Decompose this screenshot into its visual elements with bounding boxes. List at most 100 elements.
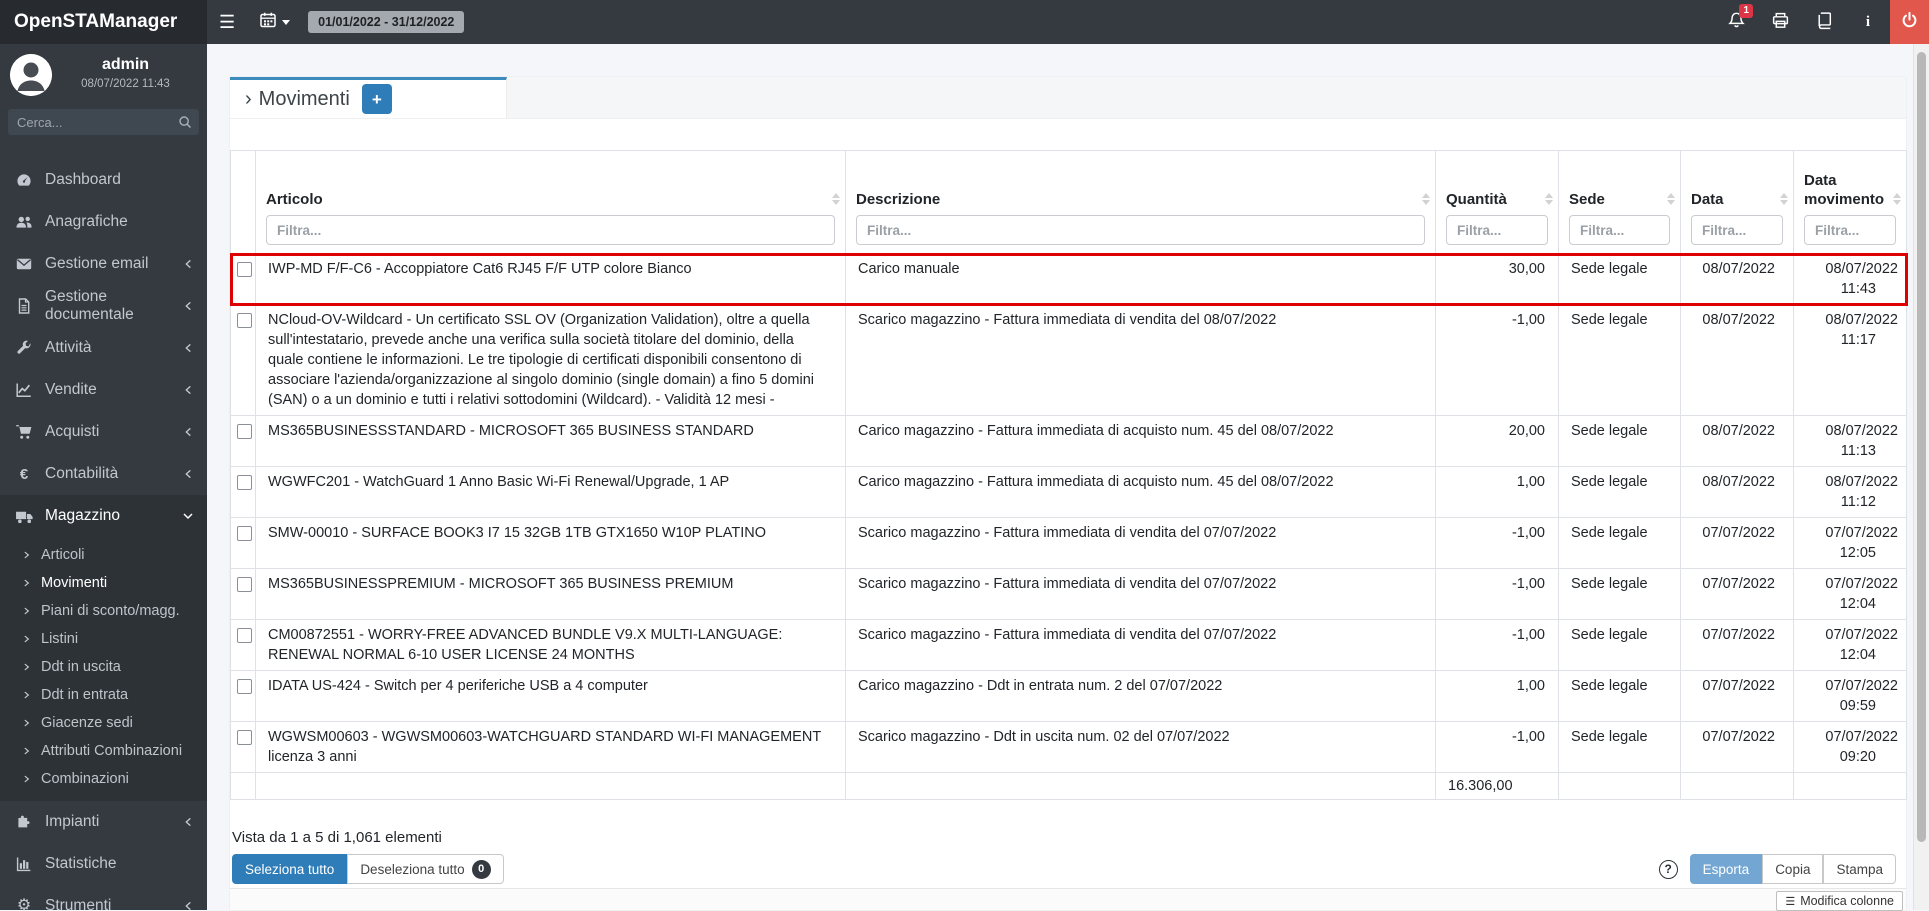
sidebar-item-listini[interactable]: Listini xyxy=(0,625,207,653)
tab-movimenti[interactable]: › Movimenti + xyxy=(230,77,507,118)
date-range-badge[interactable]: 01/01/2022 - 31/12/2022 xyxy=(308,11,464,33)
deselect-all-button[interactable]: Deseleziona tutto 0 xyxy=(347,854,503,884)
cell-ora: 11:13 xyxy=(1806,441,1898,461)
table-row-highlighted[interactable]: IWP-MD F/F-C6 - Accoppiatore Cat6 RJ45 F… xyxy=(231,254,1907,305)
date-filter-button[interactable] xyxy=(247,0,302,44)
sidebar-item-ddt-in-uscita[interactable]: Ddt in uscita xyxy=(0,653,207,681)
docs-button[interactable] xyxy=(1802,0,1846,44)
app-logo[interactable]: OpenSTAManager xyxy=(0,0,207,44)
filter-input-quantit[interactable] xyxy=(1446,215,1548,245)
topbar-actions: 1 i xyxy=(1714,0,1929,44)
sidebar-item-attributi-combinazioni[interactable]: Attributi Combinazioni xyxy=(0,737,207,765)
print-button[interactable] xyxy=(1758,0,1802,44)
column-header-data[interactable]: Data xyxy=(1681,151,1794,254)
table-row[interactable]: NCloud-OV-Wildcard - Un certificato SSL … xyxy=(231,305,1907,416)
filter-input-data[interactable] xyxy=(1691,215,1783,245)
chevron-left-icon xyxy=(183,427,194,438)
row-checkbox[interactable] xyxy=(237,262,252,277)
sidebar-item-impianti[interactable]: Impianti xyxy=(0,801,207,843)
gestione-documentale-icon xyxy=(14,297,34,315)
row-checkbox[interactable] xyxy=(237,628,252,643)
cell-data: 07/07/2022 xyxy=(1681,620,1794,671)
sidebar-item-vendite[interactable]: Vendite xyxy=(0,369,207,411)
sidebar-item-combinazioni[interactable]: Combinazioni xyxy=(0,765,207,793)
sort-icons[interactable] xyxy=(1893,193,1901,205)
logout-button[interactable] xyxy=(1890,0,1929,44)
sidebar-item-articoli[interactable]: Articoli xyxy=(0,541,207,569)
add-movimento-button[interactable]: + xyxy=(362,84,392,114)
search-icon[interactable] xyxy=(177,114,193,135)
sidebar-item-anagrafiche[interactable]: Anagrafiche xyxy=(0,201,207,243)
row-checkbox[interactable] xyxy=(237,526,252,541)
sidebar-item-gestione-email[interactable]: Gestione email xyxy=(0,243,207,285)
sidebar-item-strumenti[interactable]: ⚙Strumenti xyxy=(0,885,207,910)
sidebar-item-ddt-in-entrata[interactable]: Ddt in entrata xyxy=(0,681,207,709)
chevron-right-icon xyxy=(22,578,31,588)
sidebar-item-movimenti[interactable]: Movimenti xyxy=(0,569,207,597)
column-label: Data xyxy=(1691,157,1783,215)
column-header-descrizione[interactable]: Descrizione xyxy=(846,151,1436,254)
sidebar-item-dashboard[interactable]: Dashboard xyxy=(0,159,207,201)
row-checkbox-cell xyxy=(231,671,256,722)
sidebar-item-statistiche[interactable]: Statistiche xyxy=(0,843,207,885)
print-table-button[interactable]: Stampa xyxy=(1823,854,1896,884)
sidebar-toggle-button[interactable]: ☰ xyxy=(207,0,247,44)
cell-quantita: 30,00 xyxy=(1436,254,1559,305)
vertical-scrollbar[interactable] xyxy=(1913,44,1929,910)
sort-icons[interactable] xyxy=(832,193,840,205)
info-button[interactable]: i xyxy=(1846,0,1890,44)
column-label: Data movimento xyxy=(1804,157,1896,215)
sidebar-item-gestione-documentale[interactable]: Gestione documentale xyxy=(0,285,207,327)
content-area: › Movimenti + ArticoloDescrizioneQuantit… xyxy=(207,44,1929,910)
export-button[interactable]: Esporta xyxy=(1690,854,1763,884)
row-checkbox[interactable] xyxy=(237,475,252,490)
table-wrap: ArticoloDescrizioneQuantitàSedeData Data … xyxy=(230,150,1906,800)
movimenti-card: › Movimenti + ArticoloDescrizioneQuantit… xyxy=(230,77,1906,910)
sidebar-item-label: Strumenti xyxy=(45,897,111,910)
sort-icons[interactable] xyxy=(1545,193,1553,205)
row-checkbox[interactable] xyxy=(237,577,252,592)
column-header-data-movimento[interactable]: Data movimento xyxy=(1794,151,1907,254)
sidebar-item-contabilit[interactable]: €Contabilità xyxy=(0,453,207,495)
sidebar-item-attivit[interactable]: Attività xyxy=(0,327,207,369)
chevron-left-icon xyxy=(183,385,194,396)
notifications-button[interactable]: 1 xyxy=(1714,0,1758,44)
filter-input-articolo[interactable] xyxy=(266,215,835,245)
table-row[interactable]: MS365BUSINESSPREMIUM - MICROSOFT 365 BUS… xyxy=(231,569,1907,620)
sort-icons[interactable] xyxy=(1422,193,1430,205)
table-row[interactable]: SMW-00010 - SURFACE BOOK3 I7 15 32GB 1TB… xyxy=(231,518,1907,569)
sort-icons[interactable] xyxy=(1667,193,1675,205)
total-empty xyxy=(1681,773,1794,800)
filter-input-descrizione[interactable] xyxy=(856,215,1425,245)
sidebar-item-giacenze-sedi[interactable]: Giacenze sedi xyxy=(0,709,207,737)
table-row[interactable]: MS365BUSINESSSTANDARD - MICROSOFT 365 BU… xyxy=(231,416,1907,467)
table-row[interactable]: IDATA US-424 - Switch per 4 periferiche … xyxy=(231,671,1907,722)
row-checkbox[interactable] xyxy=(237,424,252,439)
row-checkbox[interactable] xyxy=(237,313,252,328)
help-icon[interactable]: ? xyxy=(1659,860,1678,879)
table-row[interactable]: WGWSM00603 - WGWSM00603-WATCHGUARD STAND… xyxy=(231,722,1907,773)
submenu-item-label: Piani di sconto/magg. xyxy=(41,603,180,619)
sidebar-item-piani-di-sconto-magg[interactable]: Piani di sconto/magg. xyxy=(0,597,207,625)
row-checkbox[interactable] xyxy=(237,730,252,745)
edit-columns-button[interactable]: ☰ Modifica colonne xyxy=(1776,891,1903,911)
scrollbar-thumb[interactable] xyxy=(1917,52,1926,842)
cell-sede: Sede legale xyxy=(1559,671,1681,722)
search-input[interactable] xyxy=(8,109,199,135)
table-row[interactable]: CM00872551 - WORRY-FREE ADVANCED BUNDLE … xyxy=(231,620,1907,671)
notification-count-badge: 1 xyxy=(1739,4,1753,18)
filter-input-data-movimento[interactable] xyxy=(1804,215,1896,245)
avatar[interactable] xyxy=(10,54,52,96)
sidebar: admin 08/07/2022 11:43 DashboardAnagrafi… xyxy=(0,44,207,910)
sidebar-item-magazzino[interactable]: Magazzino xyxy=(0,495,207,537)
sidebar-item-acquisti[interactable]: Acquisti xyxy=(0,411,207,453)
column-header-quantit[interactable]: Quantità xyxy=(1436,151,1559,254)
column-header-sede[interactable]: Sede xyxy=(1559,151,1681,254)
select-all-button[interactable]: Seleziona tutto xyxy=(232,854,347,884)
row-checkbox[interactable] xyxy=(237,679,252,694)
copy-button[interactable]: Copia xyxy=(1762,854,1823,884)
filter-input-sede[interactable] xyxy=(1569,215,1670,245)
column-header-articolo[interactable]: Articolo xyxy=(256,151,846,254)
table-row[interactable]: WGWFC201 - WatchGuard 1 Anno Basic Wi-Fi… xyxy=(231,467,1907,518)
sort-icons[interactable] xyxy=(1780,193,1788,205)
